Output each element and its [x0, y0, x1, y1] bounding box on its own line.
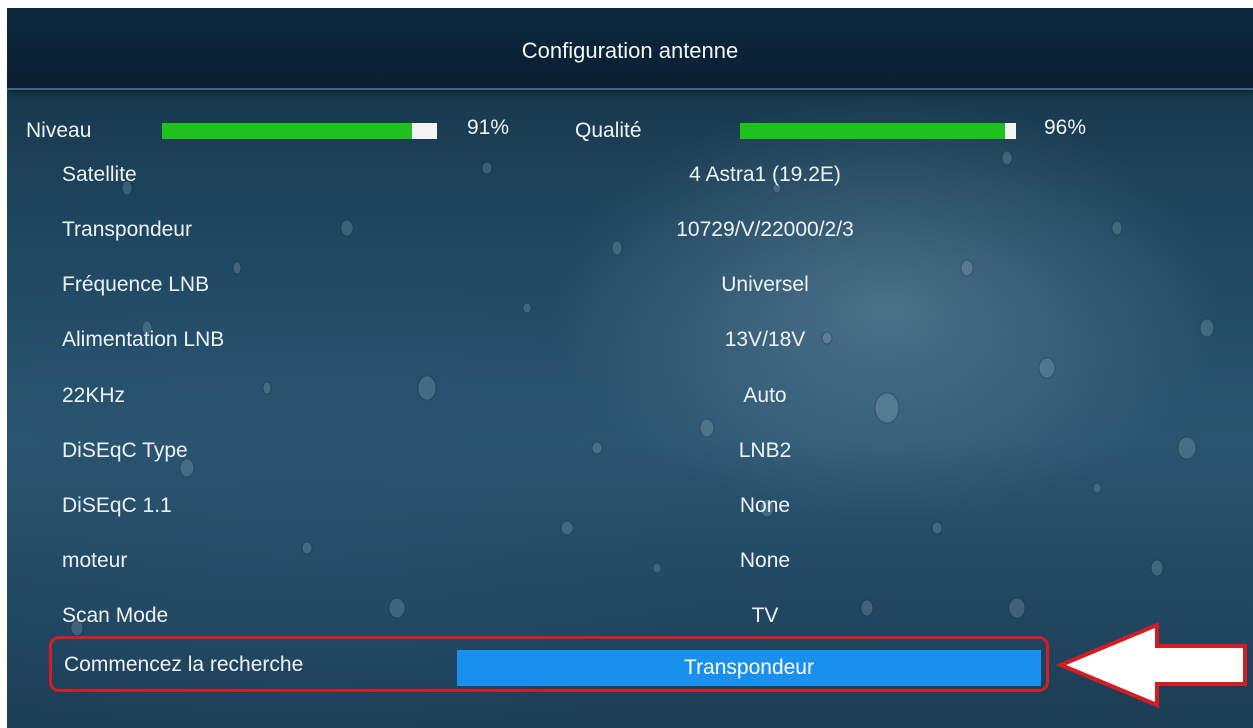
setting-label: DiSEqC Type [62, 439, 188, 462]
setting-label: Scan Mode [62, 604, 169, 627]
setting-value: 4 Astra1 (19.2E) [689, 163, 841, 186]
setting-label: Fréquence LNB [62, 273, 210, 296]
tv-screen: Configuration antenne Niveau 91% Qualité… [7, 8, 1253, 728]
signal-level-percent: 91% [467, 116, 510, 139]
setting-row-transpondeur[interactable]: Transpondeur 10729/V/22000/2/3 [7, 218, 1253, 258]
setting-row-22khz[interactable]: 22KHz Auto [7, 384, 1253, 424]
header-bar: Configuration antenne [7, 8, 1253, 90]
setting-row-diseqc-type[interactable]: DiSEqC Type LNB2 [7, 439, 1253, 479]
setting-label: DiSEqC 1.1 [62, 494, 172, 517]
signal-level-fill [162, 123, 413, 139]
setting-value: Universel [721, 273, 809, 296]
signal-quality-percent: 96% [1044, 116, 1087, 139]
setting-row-frequence-lnb[interactable]: Fréquence LNB Universel [7, 273, 1253, 313]
setting-value: TV [751, 604, 779, 627]
page-title: Configuration antenne [521, 38, 739, 63]
setting-value: 10729/V/22000/2/3 [676, 218, 854, 241]
setting-value: 13V/18V [724, 328, 806, 351]
setting-row-satellite[interactable]: Satellite 4 Astra1 (19.2E) [7, 163, 1253, 203]
start-search-row[interactable]: Commencez la recherche Transpondeur [49, 636, 1049, 692]
setting-row-diseqc-1-1[interactable]: DiSEqC 1.1 None [7, 494, 1253, 534]
arrow-left-icon [1055, 622, 1247, 708]
signal-level-bar [162, 123, 437, 139]
setting-label: Alimentation LNB [62, 328, 225, 351]
signal-level-label: Niveau [26, 119, 92, 142]
setting-value: Auto [743, 384, 787, 407]
setting-value: None [739, 494, 791, 517]
setting-label: 22KHz [62, 384, 126, 407]
setting-value: None [739, 549, 791, 572]
setting-value: LNB2 [738, 439, 792, 462]
setting-label: moteur [62, 549, 128, 572]
signal-quality-label: Qualité [575, 119, 642, 142]
signal-quality-bar [740, 123, 1016, 139]
start-search-button[interactable]: Transpondeur [457, 650, 1041, 686]
signal-quality-fill [740, 123, 1005, 139]
setting-row-moteur[interactable]: moteur None [7, 549, 1253, 589]
setting-row-alimentation-lnb[interactable]: Alimentation LNB 13V/18V [7, 328, 1253, 368]
start-search-label: Commencez la recherche [64, 653, 304, 676]
setting-label: Transpondeur [62, 218, 192, 241]
setting-label: Satellite [62, 163, 137, 186]
